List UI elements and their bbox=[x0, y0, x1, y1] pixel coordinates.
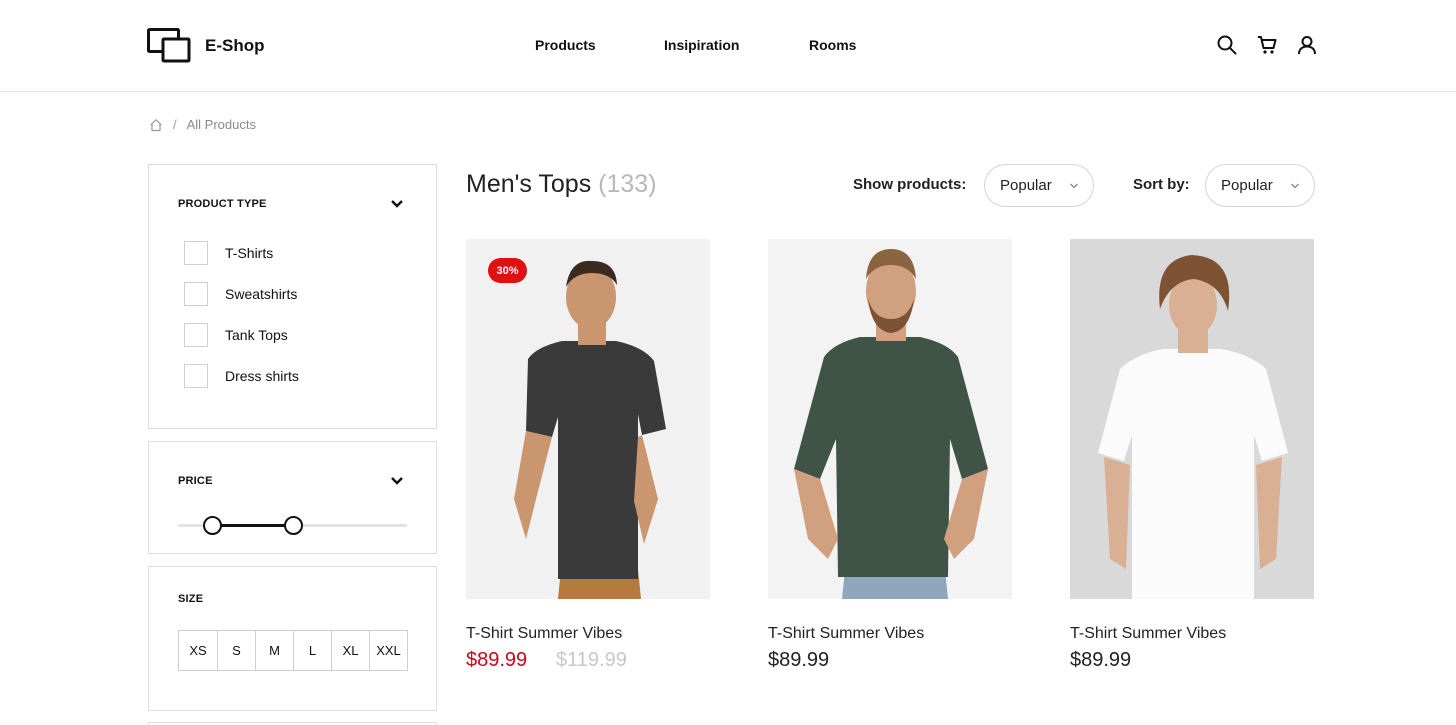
checkbox-label: Sweatshirts bbox=[225, 286, 298, 302]
nav-inspiration[interactable]: Insipiration bbox=[664, 37, 739, 53]
product-image[interactable] bbox=[1070, 239, 1314, 599]
category-title: Men's Tops bbox=[466, 170, 592, 198]
breadcrumb-separator: / bbox=[173, 117, 177, 132]
filter-option-dress-shirts[interactable]: Dress shirts bbox=[184, 364, 299, 388]
price-max-handle[interactable] bbox=[283, 516, 303, 535]
nav-rooms[interactable]: Rooms bbox=[809, 37, 856, 53]
select-value: Popular bbox=[1221, 177, 1273, 194]
checkbox[interactable] bbox=[184, 241, 208, 265]
filter-price: PRICE bbox=[148, 441, 437, 554]
show-products-label: Show products: bbox=[853, 176, 967, 193]
cart-icon[interactable] bbox=[1256, 34, 1278, 56]
chevron-down-icon[interactable] bbox=[390, 199, 404, 209]
checkbox-label: T-Shirts bbox=[225, 245, 274, 261]
sort-by-label: Sort by: bbox=[1133, 176, 1190, 193]
filter-title: PRICE bbox=[178, 475, 213, 487]
filter-size: SIZE XS S M L XL XXL bbox=[148, 566, 437, 711]
price-range-fill bbox=[212, 524, 293, 527]
product-old-price: $119.99 bbox=[556, 649, 627, 671]
checkbox[interactable] bbox=[184, 364, 208, 388]
size-options: XS S M L XL XXL bbox=[178, 630, 408, 671]
product-image[interactable]: 30% bbox=[466, 239, 710, 599]
model-photo bbox=[1070, 239, 1314, 599]
filter-product-type: PRODUCT TYPE T-Shirts Sweatshirts Tank T… bbox=[148, 164, 437, 429]
checkbox[interactable] bbox=[184, 282, 208, 306]
model-photo bbox=[466, 239, 710, 599]
checkbox-label: Dress shirts bbox=[225, 368, 299, 384]
filter-option-sweatshirts[interactable]: Sweatshirts bbox=[184, 282, 297, 306]
product-name[interactable]: T-Shirt Summer Vibes bbox=[1070, 625, 1226, 643]
top-header: E-Shop Products Insipiration Rooms bbox=[0, 0, 1456, 92]
size-option-s[interactable]: S bbox=[217, 631, 255, 670]
user-icon[interactable] bbox=[1296, 34, 1318, 56]
filter-option-tshirts[interactable]: T-Shirts bbox=[184, 241, 273, 265]
product-count: (133) bbox=[598, 170, 657, 198]
sort-by-select[interactable]: Popular bbox=[1205, 164, 1315, 207]
filter-title: PRODUCT TYPE bbox=[178, 198, 267, 210]
product-name[interactable]: T-Shirt Summer Vibes bbox=[768, 625, 924, 643]
select-value: Popular bbox=[1000, 177, 1052, 194]
chevron-down-icon[interactable] bbox=[390, 476, 404, 486]
product-price: $89.99 bbox=[466, 649, 528, 671]
breadcrumb-current[interactable]: All Products bbox=[187, 117, 256, 132]
checkbox[interactable] bbox=[184, 323, 208, 347]
size-option-m[interactable]: M bbox=[255, 631, 293, 670]
brand-logo[interactable]: E-Shop bbox=[147, 28, 265, 64]
checkbox-label: Tank Tops bbox=[225, 327, 288, 343]
size-option-xl[interactable]: XL bbox=[331, 631, 369, 670]
filter-title: SIZE bbox=[178, 593, 204, 605]
nav-products[interactable]: Products bbox=[535, 37, 596, 53]
logo-icon bbox=[147, 28, 191, 63]
product-name[interactable]: T-Shirt Summer Vibes bbox=[466, 625, 622, 643]
discount-badge: 30% bbox=[488, 258, 527, 283]
header-actions bbox=[1216, 34, 1318, 56]
product-card[interactable]: T-Shirt Summer Vibes $89.99 bbox=[768, 239, 1012, 671]
product-card[interactable]: T-Shirt Summer Vibes $89.99 bbox=[1070, 239, 1314, 671]
model-photo bbox=[768, 239, 1012, 599]
brand-name: E-Shop bbox=[205, 36, 265, 55]
size-option-xxl[interactable]: XXL bbox=[369, 631, 407, 670]
product-price: $89.99 bbox=[768, 649, 830, 671]
page-title: Men's Tops (133) bbox=[466, 170, 657, 199]
breadcrumb: / All Products bbox=[149, 117, 256, 132]
product-image[interactable] bbox=[768, 239, 1012, 599]
size-option-l[interactable]: L bbox=[293, 631, 331, 670]
size-option-xs[interactable]: XS bbox=[179, 631, 217, 670]
search-icon[interactable] bbox=[1216, 34, 1238, 56]
chevron-down-icon bbox=[1291, 183, 1299, 189]
filter-option-tank-tops[interactable]: Tank Tops bbox=[184, 323, 288, 347]
product-price: $89.99 bbox=[1070, 649, 1132, 671]
chevron-down-icon bbox=[1070, 183, 1078, 189]
show-products-select[interactable]: Popular bbox=[984, 164, 1094, 207]
home-icon[interactable] bbox=[149, 118, 163, 132]
price-min-handle[interactable] bbox=[203, 516, 223, 535]
price-slider[interactable] bbox=[178, 516, 407, 535]
product-card[interactable]: 30% T-Shirt Summer Vibes $89.99 $119.99 bbox=[466, 239, 710, 671]
